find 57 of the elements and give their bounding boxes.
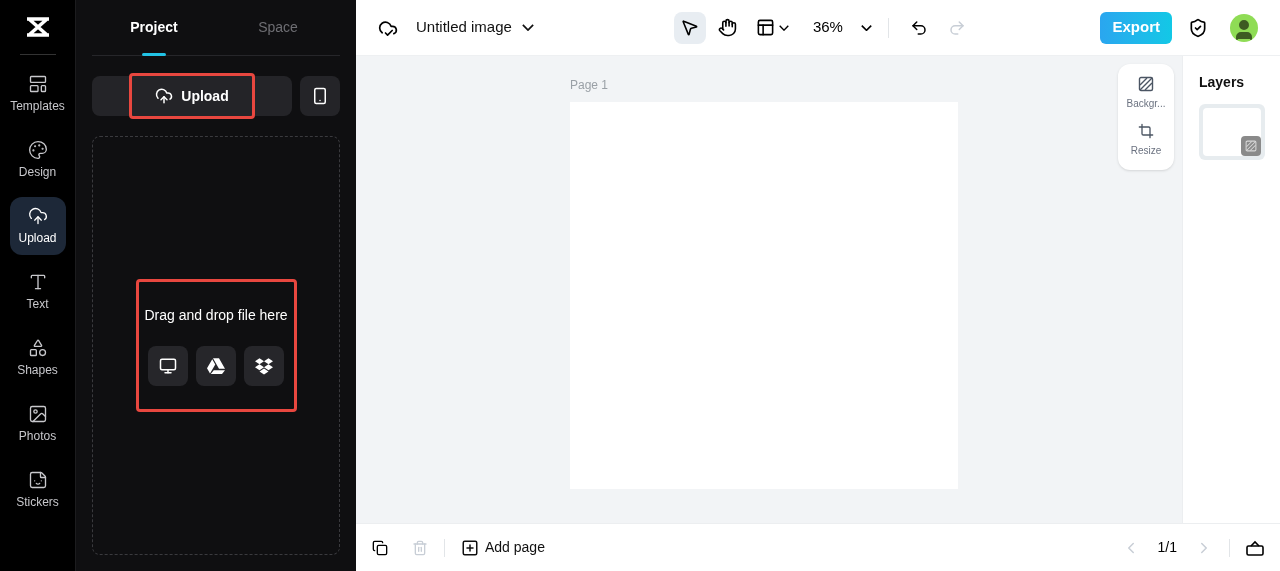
upload-icon [27,205,48,226]
source-button[interactable] [244,346,284,386]
upload-icon [155,87,174,105]
chevron-down-icon [778,24,789,31]
source-button[interactable] [148,346,188,386]
layer-thumbnail[interactable] [1199,104,1265,160]
add-page-button[interactable]: Add page [461,537,545,558]
box-logo-icon [255,357,273,375]
undo-icon [909,18,928,37]
rail-item[interactable]: Shapes [9,329,66,387]
drop-hint: Drag and drop file here [144,306,288,325]
duplicate-icon [372,539,388,556]
pointer-tool[interactable] [673,11,706,44]
rail-item[interactable]: Upload [9,197,66,255]
stickers-icon [27,469,48,490]
floating-tool[interactable]: Resize [1130,123,1162,158]
panel-tab[interactable]: Project [92,0,216,55]
triangle-logo-icon [207,358,225,374]
zoom-dropdown[interactable]: 36% [812,16,872,39]
pointer-icon [680,18,700,37]
title-dropdown[interactable]: Untitled image [416,16,534,39]
chevron-down-icon [860,24,872,31]
phone-button[interactable] [300,76,340,116]
hatched-square-icon [1245,140,1257,152]
floating-tool[interactable]: Backgr... [1126,76,1166,111]
hand-icon [718,18,738,37]
logo-icon [24,16,51,38]
photos-icon [27,403,48,424]
layout-icon [755,18,775,37]
rail-item[interactable]: Text [9,263,66,321]
panel-toggle-icon[interactable] [1246,539,1264,556]
layout-dropdown[interactable] [755,18,789,37]
page-counter: 1/1 [1157,538,1177,557]
panel-tab[interactable]: Space [216,0,340,55]
rail-item[interactable]: Design [9,131,66,189]
avatar[interactable] [1230,13,1258,42]
shield-check-icon [1188,17,1208,38]
drop-zone[interactable]: Drag and drop file here [92,136,340,555]
rail-item[interactable]: Photos [9,395,66,453]
rail-item[interactable]: Stickers [9,461,66,519]
trash-icon [412,539,428,556]
rail-item[interactable]: Templates [9,65,66,123]
page-label: Page 1 [570,78,609,92]
upload-button[interactable]: Upload [129,73,255,119]
crop-icon [1138,123,1154,139]
templates-icon [27,73,48,94]
monitor-icon [159,357,177,375]
design-icon [27,139,48,160]
add-page-icon [461,538,479,557]
source-button[interactable] [196,346,236,386]
layers-title: Layers [1199,74,1245,90]
redo-icon [947,18,966,37]
hatched-square-icon [1138,76,1154,92]
chevron-down-icon [521,24,534,31]
phone-icon [311,87,329,105]
shapes-icon [27,337,48,358]
duplicate-button[interactable] [372,539,388,556]
